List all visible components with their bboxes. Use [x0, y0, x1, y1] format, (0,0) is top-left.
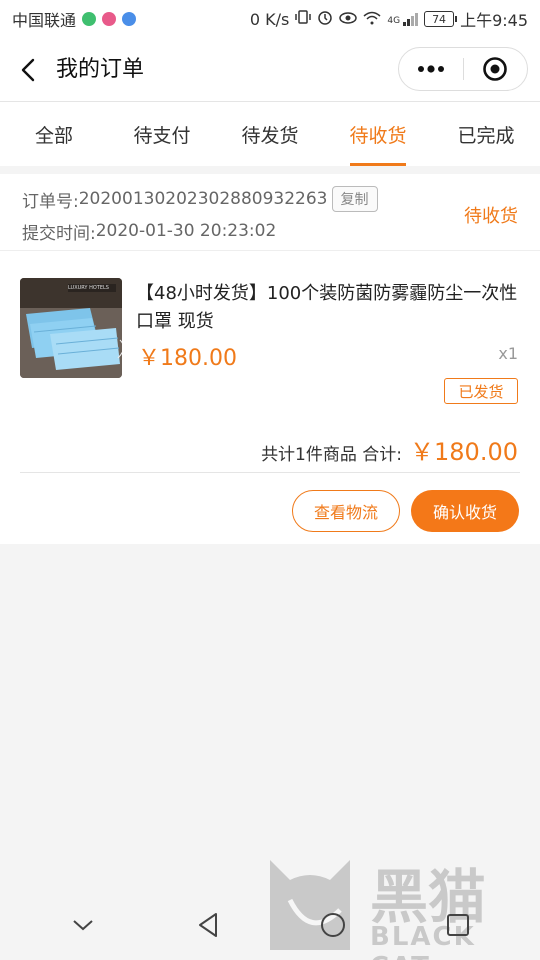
signal-icon: 4G	[387, 12, 419, 26]
chat-app-icon	[102, 12, 117, 26]
back-button[interactable]	[12, 54, 44, 86]
carrier-name: 中国联通	[12, 11, 77, 30]
battery-icon: 74	[424, 11, 458, 27]
thumbnail-brand-text: LUXURY HOTELS	[68, 285, 109, 291]
view-logistics-button[interactable]: 查看物流	[292, 490, 400, 532]
order-number-label: 订单号:	[22, 191, 79, 212]
face-mask-image	[20, 278, 122, 378]
product-quantity: x1	[498, 344, 518, 363]
nav-home-button[interactable]	[303, 895, 363, 955]
network-type: 4G	[387, 15, 401, 26]
tab-completed[interactable]: 已完成	[432, 102, 540, 166]
order-number-row: 订单号: 20200130202302880932263 复制	[22, 184, 378, 214]
total-amount: ￥180.00	[410, 438, 518, 466]
status-left: 中国联通	[12, 7, 137, 31]
circle-home-icon	[320, 913, 345, 937]
page-title: 我的订单	[56, 57, 145, 82]
status-bar: 中国联通 0 K/s 4G 74 上午9:45	[0, 0, 540, 38]
shipped-badge: 已发货	[444, 378, 518, 404]
divider	[0, 250, 540, 251]
order-time-row: 提交时间: 2020-01-30 20:23:02	[22, 216, 378, 246]
product-thumbnail[interactable]: LUXURY HOTELS	[20, 278, 122, 378]
divider	[20, 472, 520, 473]
copy-button[interactable]: 复制	[331, 186, 378, 212]
vibrate-icon	[295, 9, 312, 29]
clock: 上午9:45	[460, 11, 528, 30]
target-close-icon	[483, 57, 508, 81]
nav-back-button[interactable]	[178, 895, 238, 955]
mini-program-capsule	[398, 47, 528, 91]
close-mini-program-button[interactable]	[464, 56, 528, 82]
wifi-icon	[363, 10, 381, 29]
tab-all[interactable]: 全部	[0, 102, 108, 166]
alarm-icon	[317, 9, 333, 29]
network-speed: 0 K/s	[249, 9, 290, 29]
triangle-back-icon	[198, 913, 217, 937]
order-status: 待收货	[464, 206, 518, 227]
order-number: 20200130202302880932263	[78, 189, 328, 209]
status-right: 0 K/s 4G 74 上午9:45	[250, 7, 528, 31]
video-app-icon	[82, 12, 97, 26]
page-header: 我的订单	[0, 38, 540, 102]
chevron-left-icon	[21, 58, 35, 82]
order-tabs: 全部 待支付 待发货 待收货 已完成	[0, 102, 540, 166]
music-app-icon	[122, 12, 137, 26]
product-price: ￥180.00	[138, 346, 237, 371]
order-time: 2020-01-30 20:23:02	[95, 221, 277, 241]
tab-pending-receipt[interactable]: 待收货	[324, 102, 432, 166]
more-button[interactable]	[399, 65, 463, 73]
battery-level: 74	[432, 12, 447, 26]
order-info: 订单号: 20200130202302880932263 复制 提交时间: 20…	[22, 184, 378, 246]
chevron-down-icon	[72, 920, 93, 931]
square-recents-icon	[446, 914, 469, 936]
more-dots-icon	[417, 65, 444, 73]
eye-icon	[339, 10, 358, 29]
nav-collapse-button[interactable]	[53, 895, 113, 955]
total-label: 共计1件商品 合计:	[261, 445, 403, 465]
tab-pending-shipment[interactable]: 待发货	[216, 102, 324, 166]
confirm-receipt-button[interactable]: 确认收货	[411, 490, 519, 532]
nav-recents-button[interactable]	[428, 895, 488, 955]
system-nav-bar	[0, 890, 540, 960]
product-title[interactable]: 【48小时发货】100个装防菌防雾霾防尘一次性口罩 现货	[136, 280, 520, 336]
order-card: 订单号: 20200130202302880932263 复制 提交时间: 20…	[0, 174, 540, 544]
order-total: 共计1件商品 合计: ￥180.00	[261, 432, 518, 467]
order-time-label: 提交时间:	[22, 223, 96, 244]
tab-pending-payment[interactable]: 待支付	[108, 102, 216, 166]
